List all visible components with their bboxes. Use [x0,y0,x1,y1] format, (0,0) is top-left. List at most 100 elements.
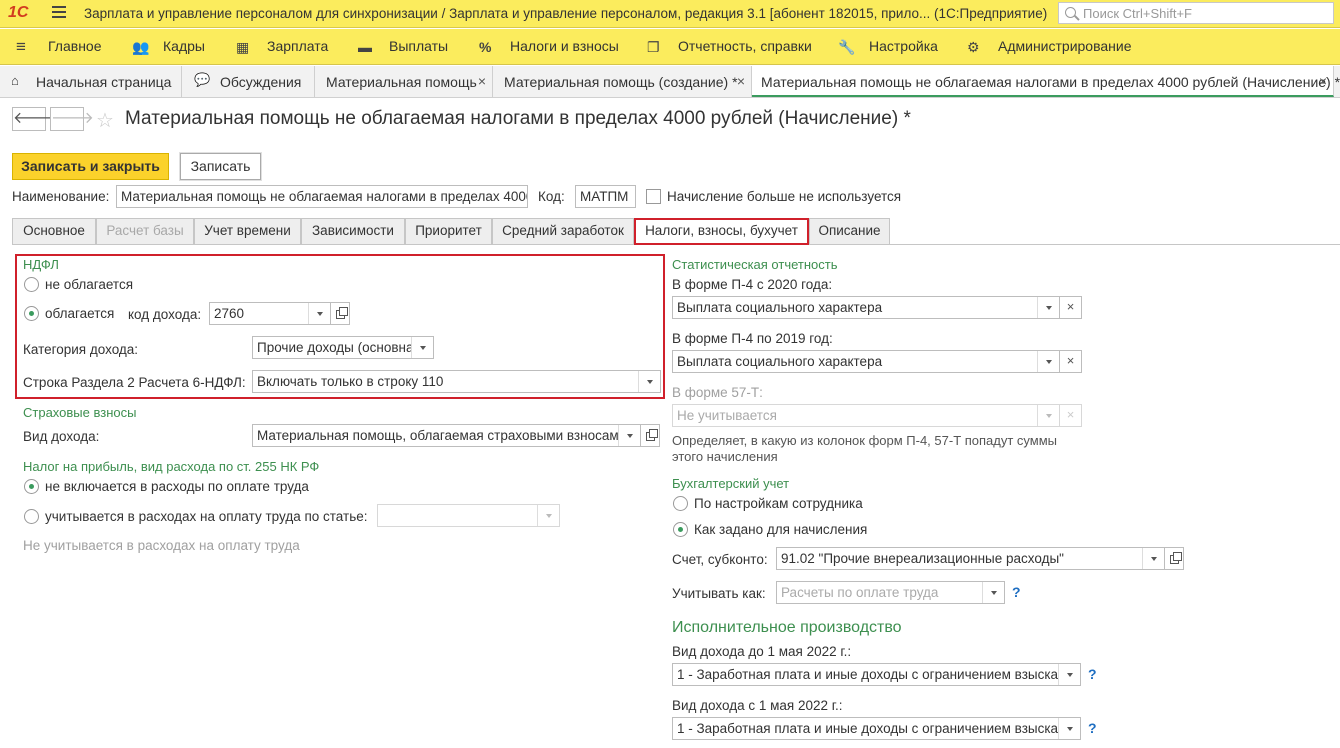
forward-button[interactable]: 🡒 [50,107,94,131]
enforcement-before-field[interactable]: 1 - Заработная плата и иные доходы с огр… [672,663,1081,686]
chevron-down-icon[interactable] [638,371,660,392]
tab-priority[interactable]: Приоритет [405,218,492,244]
open-icon[interactable] [330,302,350,325]
accounting-section-title: Бухгалтерский учет [672,476,790,491]
chevron-down-icon[interactable] [1037,405,1059,426]
consider-as-field[interactable]: Расчеты по оплате труда [776,581,1005,604]
profit-tax-include-radio[interactable] [24,509,39,524]
tab-average-earnings[interactable]: Средний заработок [492,218,634,244]
account-field[interactable]: 91.02 "Прочие внереализационные расходы" [776,547,1165,570]
ndfl-line-label: Строка Раздела 2 Расчета 6-НДФЛ: [23,375,246,390]
favorite-star-icon[interactable]: ☆ [96,108,114,133]
f57-value: Не учитывается [677,408,777,423]
menu-label: Отчетность, справки [678,38,812,54]
income-category-label: Категория дохода: [23,342,139,357]
enforcement-section-title: Исполнительное производство [672,619,902,636]
close-icon[interactable]: × [737,73,745,89]
stats-section-title: Статистическая отчетность [672,257,838,272]
insurance-section-title: Страховые взносы [23,405,137,420]
enforcement-after-field[interactable]: 1 - Заработная плата и иные доходы с огр… [672,717,1081,740]
chevron-down-icon[interactable] [308,303,330,324]
menu-label: Настройка [869,38,938,54]
chevron-down-icon[interactable] [1037,297,1059,318]
income-category-field[interactable]: Прочие доходы (основна [252,336,434,359]
main-menu-icon[interactable] [52,6,66,18]
ndfl-taxed-radio[interactable] [24,306,39,321]
p4-2019-value: Выплата социального характера [677,354,883,369]
title-bar: 1С Зарплата и управление персоналом для … [0,0,1340,28]
stats-note: Определяет, в какую из колонок форм П-4,… [672,433,1058,464]
clear-icon[interactable]: × [1060,296,1082,319]
chevron-down-icon[interactable] [537,505,559,526]
p4-2019-label: В форме П-4 по 2019 год: [672,331,833,346]
calculator-icon: ▦ [236,39,250,55]
tab-label: Обсуждения [220,74,302,90]
open-icon[interactable] [640,424,660,447]
unused-checkbox[interactable] [646,189,661,204]
tab-time-tracking[interactable]: Учет времени [194,218,301,244]
profit-tax-article-field[interactable] [377,504,560,527]
profit-tax-exclude-radio[interactable] [24,479,39,494]
chevron-down-icon[interactable] [411,337,433,358]
p4-2020-value: Выплата социального характера [677,300,883,315]
close-icon[interactable]: × [1319,73,1327,89]
chevron-down-icon[interactable] [1037,351,1059,372]
p4-2020-label: В форме П-4 с 2020 года: [672,277,833,292]
tab-material-aid[interactable]: Материальная помощь × [315,66,493,97]
people-icon: 👥 [132,39,150,55]
code-field[interactable]: МАТПМ [575,185,636,208]
help-icon[interactable]: ? [1012,584,1021,600]
profit-tax-note: Не учитывается в расходах на оплату труд… [23,538,300,553]
save-and-close-button[interactable]: Записать и закрыть [12,153,169,180]
tab-label: Материальная помощь [326,74,477,90]
home-icon: ⌂ [11,73,19,88]
tab-description[interactable]: Описание [809,218,890,244]
tab-base-calc[interactable]: Расчет базы [96,218,194,244]
clear-icon[interactable]: × [1060,404,1082,427]
income-code-field[interactable]: 2760 [209,302,331,325]
wrench-icon: 🔧 [838,39,856,55]
close-icon[interactable]: × [478,73,486,89]
f57-field[interactable]: Не учитывается [672,404,1060,427]
tab-dependencies[interactable]: Зависимости [301,218,405,244]
search-icon [1065,7,1076,18]
ndfl-not-taxed-radio[interactable] [24,277,39,292]
code-label: Код: [538,189,565,204]
gear-icon: ⚙ [967,39,980,55]
clear-icon[interactable]: × [1060,350,1082,373]
account-value: 91.02 "Прочие внереализационные расходы" [781,551,1064,566]
insurance-income-type-value: Материальная помощь, облагаемая страховы… [257,428,627,443]
p4-2020-field[interactable]: Выплата социального характера [672,296,1060,319]
tab-main[interactable]: Основное [12,218,96,244]
tab-accrual-current[interactable]: Материальная помощь не облагаемая налога… [752,66,1340,97]
chevron-down-icon[interactable] [982,582,1004,603]
menu-label: Налоги и взносы [510,38,619,54]
accounting-by-accrual-radio[interactable] [673,522,688,537]
chevron-down-icon[interactable] [1058,718,1080,739]
accounting-by-employee-radio[interactable] [673,496,688,511]
save-button[interactable]: Записать [180,153,261,180]
tab-label: Начальная страница [36,74,172,90]
tab-discussions[interactable]: 💬 Обсуждения [182,66,315,97]
p4-2019-field[interactable]: Выплата социального характера [672,350,1060,373]
chevron-down-icon[interactable] [618,425,640,446]
tab-home[interactable]: ⌂ Начальная страница [0,66,182,97]
search-input[interactable]: Поиск Ctrl+Shift+F [1058,2,1334,24]
open-icon[interactable] [1164,547,1184,570]
tab-label: Материальная помощь (создание) * [504,74,738,90]
name-label: Наименование: [12,189,110,204]
accounting-by-employee-label: По настройкам сотрудника [694,496,863,511]
help-icon[interactable]: ? [1088,666,1097,682]
back-button[interactable]: 🡐 [12,107,56,131]
help-icon[interactable]: ? [1088,720,1097,736]
menu-label: Администрирование [998,38,1132,54]
chevron-down-icon[interactable] [1142,548,1164,569]
name-field[interactable]: Материальная помощь не облагаемая налога… [116,185,528,208]
tab-material-aid-create[interactable]: Материальная помощь (создание) * × [493,66,752,97]
menu-label: Главное [48,38,102,54]
chevron-down-icon[interactable] [1058,664,1080,685]
insurance-income-type-field[interactable]: Материальная помощь, облагаемая страховы… [252,424,641,447]
account-label: Счет, субконто: [672,552,768,567]
ndfl-line-field[interactable]: Включать только в строку 110 [252,370,661,393]
window-title: Зарплата и управление персоналом для син… [84,6,1048,21]
